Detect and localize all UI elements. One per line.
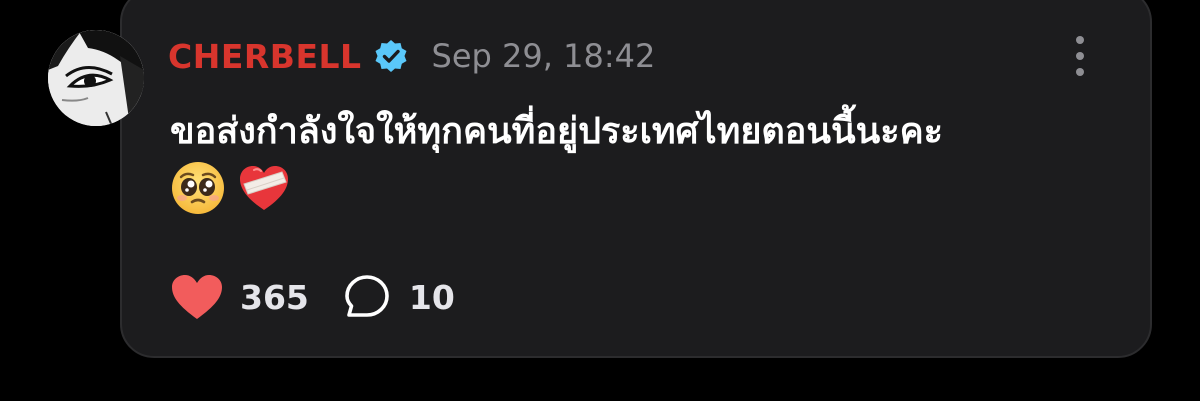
more-options-button[interactable]: [1072, 36, 1088, 76]
verified-badge-icon: [374, 39, 408, 73]
more-vertical-icon: [1076, 36, 1084, 44]
comment-bubble-icon: [345, 275, 389, 317]
comment-button[interactable]: [343, 273, 391, 321]
comment-count: 10: [408, 277, 455, 317]
post-header: CHERBELL Sep 29, 18:42: [168, 36, 655, 76]
pleading-face-emoji-icon: [170, 160, 226, 216]
heart-icon: [172, 275, 222, 319]
post-timestamp: Sep 29, 18:42: [431, 37, 656, 75]
like-button[interactable]: [170, 273, 224, 321]
emoji-row: [170, 160, 292, 216]
post-actions: 365 10: [170, 272, 455, 322]
mending-heart-emoji-icon: [236, 160, 292, 216]
like-count: 365: [240, 277, 309, 317]
avatar-illustration-icon: [48, 30, 144, 126]
post-screen: CHERBELL Sep 29, 18:42 ขอส่งกำลังใจให้ทุ…: [0, 0, 1200, 401]
post-message: ขอส่งกำลังใจให้ทุกคนที่อยู่ประเทศไทยตอนน…: [170, 111, 943, 152]
username[interactable]: CHERBELL: [168, 37, 362, 76]
avatar[interactable]: [48, 30, 144, 126]
